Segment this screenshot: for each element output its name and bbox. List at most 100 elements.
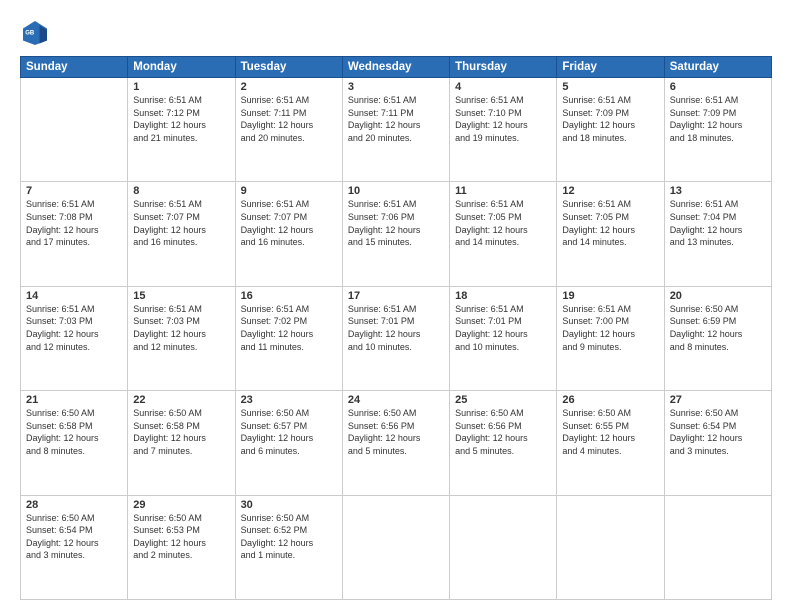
day-info: Sunrise: 6:51 AMSunset: 7:09 PMDaylight:… <box>562 94 658 144</box>
day-number: 24 <box>348 394 444 406</box>
day-info: Sunrise: 6:51 AMSunset: 7:03 PMDaylight:… <box>26 303 122 353</box>
calendar-cell <box>450 495 557 599</box>
calendar-cell: 29Sunrise: 6:50 AMSunset: 6:53 PMDayligh… <box>128 495 235 599</box>
day-info: Sunrise: 6:51 AMSunset: 7:12 PMDaylight:… <box>133 94 229 144</box>
calendar-cell: 21Sunrise: 6:50 AMSunset: 6:58 PMDayligh… <box>21 391 128 495</box>
day-number: 7 <box>26 185 122 197</box>
calendar-cell: 14Sunrise: 6:51 AMSunset: 7:03 PMDayligh… <box>21 286 128 390</box>
calendar-cell: 10Sunrise: 6:51 AMSunset: 7:06 PMDayligh… <box>342 182 449 286</box>
day-info: Sunrise: 6:51 AMSunset: 7:11 PMDaylight:… <box>348 94 444 144</box>
calendar-cell: 27Sunrise: 6:50 AMSunset: 6:54 PMDayligh… <box>664 391 771 495</box>
day-number: 15 <box>133 290 229 302</box>
calendar-cell <box>21 78 128 182</box>
day-number: 1 <box>133 81 229 93</box>
calendar-cell: 30Sunrise: 6:50 AMSunset: 6:52 PMDayligh… <box>235 495 342 599</box>
calendar-cell: 25Sunrise: 6:50 AMSunset: 6:56 PMDayligh… <box>450 391 557 495</box>
day-info: Sunrise: 6:50 AMSunset: 6:54 PMDaylight:… <box>670 407 766 457</box>
calendar-cell: 9Sunrise: 6:51 AMSunset: 7:07 PMDaylight… <box>235 182 342 286</box>
calendar-cell <box>557 495 664 599</box>
weekday-header-tuesday: Tuesday <box>235 57 342 78</box>
calendar-cell: 11Sunrise: 6:51 AMSunset: 7:05 PMDayligh… <box>450 182 557 286</box>
weekday-header-thursday: Thursday <box>450 57 557 78</box>
week-row-3: 14Sunrise: 6:51 AMSunset: 7:03 PMDayligh… <box>21 286 772 390</box>
day-number: 8 <box>133 185 229 197</box>
day-info: Sunrise: 6:50 AMSunset: 6:58 PMDaylight:… <box>26 407 122 457</box>
day-info: Sunrise: 6:50 AMSunset: 6:55 PMDaylight:… <box>562 407 658 457</box>
calendar-cell: 6Sunrise: 6:51 AMSunset: 7:09 PMDaylight… <box>664 78 771 182</box>
calendar-cell: 28Sunrise: 6:50 AMSunset: 6:54 PMDayligh… <box>21 495 128 599</box>
day-number: 22 <box>133 394 229 406</box>
logo-icon: GB <box>20 18 50 48</box>
weekday-header-monday: Monday <box>128 57 235 78</box>
week-row-4: 21Sunrise: 6:50 AMSunset: 6:58 PMDayligh… <box>21 391 772 495</box>
day-number: 27 <box>670 394 766 406</box>
weekday-header-sunday: Sunday <box>21 57 128 78</box>
logo: GB <box>20 18 54 48</box>
calendar-cell: 22Sunrise: 6:50 AMSunset: 6:58 PMDayligh… <box>128 391 235 495</box>
day-number: 10 <box>348 185 444 197</box>
day-number: 2 <box>241 81 337 93</box>
calendar-cell <box>664 495 771 599</box>
day-number: 18 <box>455 290 551 302</box>
day-info: Sunrise: 6:50 AMSunset: 6:56 PMDaylight:… <box>455 407 551 457</box>
day-number: 9 <box>241 185 337 197</box>
weekday-header-friday: Friday <box>557 57 664 78</box>
day-number: 5 <box>562 81 658 93</box>
day-info: Sunrise: 6:51 AMSunset: 7:05 PMDaylight:… <box>562 198 658 248</box>
day-info: Sunrise: 6:51 AMSunset: 7:11 PMDaylight:… <box>241 94 337 144</box>
day-number: 28 <box>26 499 122 511</box>
day-number: 21 <box>26 394 122 406</box>
calendar-cell: 19Sunrise: 6:51 AMSunset: 7:00 PMDayligh… <box>557 286 664 390</box>
day-info: Sunrise: 6:51 AMSunset: 7:05 PMDaylight:… <box>455 198 551 248</box>
calendar-cell: 8Sunrise: 6:51 AMSunset: 7:07 PMDaylight… <box>128 182 235 286</box>
week-row-5: 28Sunrise: 6:50 AMSunset: 6:54 PMDayligh… <box>21 495 772 599</box>
day-number: 25 <box>455 394 551 406</box>
day-info: Sunrise: 6:50 AMSunset: 6:59 PMDaylight:… <box>670 303 766 353</box>
day-info: Sunrise: 6:51 AMSunset: 7:07 PMDaylight:… <box>241 198 337 248</box>
calendar-cell <box>342 495 449 599</box>
day-info: Sunrise: 6:50 AMSunset: 6:57 PMDaylight:… <box>241 407 337 457</box>
calendar-cell: 1Sunrise: 6:51 AMSunset: 7:12 PMDaylight… <box>128 78 235 182</box>
weekday-header-saturday: Saturday <box>664 57 771 78</box>
calendar-cell: 18Sunrise: 6:51 AMSunset: 7:01 PMDayligh… <box>450 286 557 390</box>
header: GB <box>20 18 772 48</box>
calendar-cell: 12Sunrise: 6:51 AMSunset: 7:05 PMDayligh… <box>557 182 664 286</box>
day-number: 29 <box>133 499 229 511</box>
day-info: Sunrise: 6:50 AMSunset: 6:53 PMDaylight:… <box>133 512 229 562</box>
day-info: Sunrise: 6:50 AMSunset: 6:52 PMDaylight:… <box>241 512 337 562</box>
day-number: 20 <box>670 290 766 302</box>
calendar-cell: 15Sunrise: 6:51 AMSunset: 7:03 PMDayligh… <box>128 286 235 390</box>
calendar-cell: 2Sunrise: 6:51 AMSunset: 7:11 PMDaylight… <box>235 78 342 182</box>
page: GB SundayMondayTuesdayWednesdayThursdayF… <box>0 0 792 612</box>
week-row-2: 7Sunrise: 6:51 AMSunset: 7:08 PMDaylight… <box>21 182 772 286</box>
weekday-header-wednesday: Wednesday <box>342 57 449 78</box>
day-number: 3 <box>348 81 444 93</box>
day-info: Sunrise: 6:51 AMSunset: 7:00 PMDaylight:… <box>562 303 658 353</box>
calendar-cell: 16Sunrise: 6:51 AMSunset: 7:02 PMDayligh… <box>235 286 342 390</box>
day-info: Sunrise: 6:51 AMSunset: 7:09 PMDaylight:… <box>670 94 766 144</box>
calendar-cell: 17Sunrise: 6:51 AMSunset: 7:01 PMDayligh… <box>342 286 449 390</box>
day-number: 11 <box>455 185 551 197</box>
weekday-header-row: SundayMondayTuesdayWednesdayThursdayFrid… <box>21 57 772 78</box>
day-number: 13 <box>670 185 766 197</box>
day-info: Sunrise: 6:50 AMSunset: 6:54 PMDaylight:… <box>26 512 122 562</box>
calendar-cell: 24Sunrise: 6:50 AMSunset: 6:56 PMDayligh… <box>342 391 449 495</box>
day-info: Sunrise: 6:51 AMSunset: 7:02 PMDaylight:… <box>241 303 337 353</box>
day-info: Sunrise: 6:51 AMSunset: 7:01 PMDaylight:… <box>348 303 444 353</box>
calendar-cell: 23Sunrise: 6:50 AMSunset: 6:57 PMDayligh… <box>235 391 342 495</box>
day-info: Sunrise: 6:51 AMSunset: 7:07 PMDaylight:… <box>133 198 229 248</box>
day-number: 23 <box>241 394 337 406</box>
calendar-cell: 20Sunrise: 6:50 AMSunset: 6:59 PMDayligh… <box>664 286 771 390</box>
calendar-cell: 4Sunrise: 6:51 AMSunset: 7:10 PMDaylight… <box>450 78 557 182</box>
calendar: SundayMondayTuesdayWednesdayThursdayFrid… <box>20 56 772 600</box>
calendar-cell: 7Sunrise: 6:51 AMSunset: 7:08 PMDaylight… <box>21 182 128 286</box>
day-number: 17 <box>348 290 444 302</box>
calendar-cell: 26Sunrise: 6:50 AMSunset: 6:55 PMDayligh… <box>557 391 664 495</box>
day-number: 19 <box>562 290 658 302</box>
day-number: 4 <box>455 81 551 93</box>
day-number: 16 <box>241 290 337 302</box>
day-info: Sunrise: 6:50 AMSunset: 6:58 PMDaylight:… <box>133 407 229 457</box>
day-number: 14 <box>26 290 122 302</box>
calendar-cell: 13Sunrise: 6:51 AMSunset: 7:04 PMDayligh… <box>664 182 771 286</box>
day-info: Sunrise: 6:51 AMSunset: 7:01 PMDaylight:… <box>455 303 551 353</box>
